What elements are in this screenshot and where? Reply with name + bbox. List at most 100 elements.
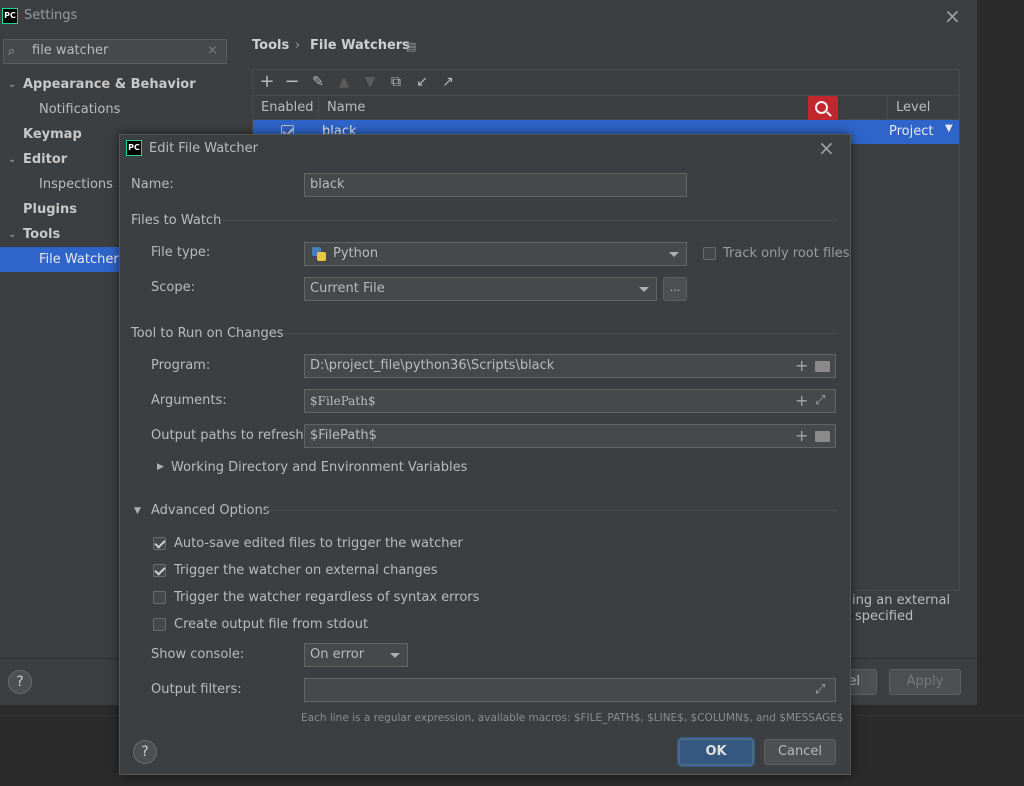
sidebar-item-label: Plugins	[23, 202, 77, 217]
expand-icon[interactable]: ⤢	[815, 682, 825, 698]
clear-search-icon[interactable]: ×	[207, 43, 218, 59]
option-checkbox[interactable]	[153, 564, 166, 577]
tool-section-heading: Tool to Run on Changes	[131, 326, 284, 341]
option-label[interactable]: Trigger the watcher regardless of syntax…	[174, 590, 479, 605]
advanced-collapse-icon[interactable]: ▼	[134, 506, 141, 516]
scope-combo[interactable]: Current File	[304, 277, 657, 301]
sidebar-item[interactable]: ⌄ Appearance & Behavior	[0, 72, 235, 97]
sidebar-item-label: Notifications	[39, 102, 121, 117]
import-icon[interactable]: ↙	[414, 74, 430, 90]
working-dir-label[interactable]: Working Directory and Environment Variab…	[171, 460, 467, 475]
chevron-down-icon[interactable]: ⌄	[8, 147, 16, 172]
program-field[interactable]: D:\project_file\python36\Scripts\black	[304, 354, 836, 378]
table-toolbar	[253, 70, 959, 95]
dark-strip-right	[977, 0, 1024, 786]
program-value: D:\project_file\python36\Scripts\black	[310, 358, 555, 373]
remove-icon[interactable]: −	[284, 73, 300, 91]
sidebar-item-label: Editor	[23, 152, 68, 167]
scope-value: Current File	[310, 281, 385, 296]
add-icon[interactable]: +	[259, 73, 275, 91]
settings-title: Settings	[24, 8, 78, 23]
file-type-label: File type:	[151, 245, 211, 260]
sidebar-item-label: Keymap	[23, 127, 82, 142]
files-to-watch-separator	[220, 220, 838, 221]
scope-label: Scope:	[151, 280, 195, 295]
settings-title-bar: PC Settings ×	[0, 0, 977, 32]
folder-icon[interactable]	[815, 431, 830, 442]
output-paths-value: $FilePath$	[310, 428, 377, 443]
col-level[interactable]: Level	[896, 100, 930, 115]
settings-help-button[interactable]: ?	[8, 670, 32, 694]
track-root-label[interactable]: Track only root files	[723, 246, 850, 261]
track-root-checkbox[interactable]	[703, 247, 716, 260]
dialog-close-icon[interactable]: ×	[818, 136, 835, 160]
sidebar-item-label: File Watchers	[39, 252, 126, 267]
breadcrumb-root[interactable]: Tools	[252, 38, 289, 53]
name-label: Name:	[131, 177, 174, 192]
insert-macro-icon[interactable]: +	[795, 393, 808, 409]
output-filters-field[interactable]	[304, 678, 836, 702]
move-up-icon[interactable]: ▲	[336, 74, 352, 90]
description-text-1: ing an external	[852, 593, 951, 608]
program-label: Program:	[151, 358, 211, 373]
edit-icon[interactable]: ✎	[310, 74, 326, 90]
col-name[interactable]: Name	[327, 100, 365, 115]
advanced-options-heading[interactable]: Advanced Options	[151, 503, 270, 518]
files-to-watch-heading: Files to Watch	[131, 213, 222, 228]
insert-macro-icon[interactable]: +	[795, 428, 808, 444]
option-label[interactable]: Auto-save edited files to trigger the wa…	[174, 536, 463, 551]
name-field[interactable]: black	[304, 173, 687, 197]
app-logo-icon: PC	[2, 8, 18, 24]
dialog-logo-icon: PC	[126, 140, 142, 156]
breadcrumb-current: File Watchers	[310, 38, 410, 53]
chevron-down-icon[interactable]: ⌄	[8, 222, 16, 247]
file-type-combo[interactable]: Python	[304, 242, 687, 266]
search-icon: ⌕	[8, 44, 16, 59]
row-level[interactable]: Project	[889, 124, 933, 139]
expand-icon[interactable]: ⤢	[815, 393, 825, 409]
ok-button[interactable]: OK	[679, 739, 753, 765]
move-down-icon[interactable]: ▼	[362, 74, 378, 90]
show-console-label: Show console:	[151, 647, 245, 662]
sidebar-item[interactable]: Notifications	[0, 97, 235, 122]
sidebar-item-label: Inspections	[39, 177, 113, 192]
breadcrumb-separator: ›	[295, 38, 301, 53]
col-enabled[interactable]: Enabled	[261, 100, 314, 115]
scope-more-button[interactable]: ...	[663, 277, 687, 301]
working-dir-expand-icon[interactable]: ▶	[157, 462, 164, 472]
copy-icon[interactable]: ⧉	[388, 74, 404, 90]
page-settings-icon[interactable]: ▤	[406, 40, 416, 53]
arguments-value: $FilePath$	[310, 394, 376, 408]
tool-section-separator	[282, 333, 838, 334]
insert-macro-icon[interactable]: +	[795, 358, 808, 374]
level-dropdown-icon[interactable]: ▼	[945, 123, 953, 134]
settings-search-input[interactable]: file watcher	[3, 39, 227, 64]
description-text-2: specified	[855, 609, 914, 624]
file-type-value: Python	[333, 246, 379, 261]
option-label[interactable]: Create output file from stdout	[174, 617, 368, 632]
chevron-down-icon[interactable]: ⌄	[8, 72, 16, 97]
search-value: file watcher	[32, 43, 109, 58]
option-checkbox[interactable]	[153, 537, 166, 550]
option-checkbox[interactable]	[153, 618, 166, 631]
output-paths-field[interactable]: $FilePath$	[304, 424, 836, 448]
folder-icon[interactable]	[815, 361, 830, 372]
sidebar-item-label: Tools	[23, 227, 61, 242]
option-checkbox[interactable]	[153, 591, 166, 604]
dialog-help-button[interactable]: ?	[133, 740, 157, 764]
dialog-title: Edit File Watcher	[149, 141, 259, 156]
option-label[interactable]: Trigger the watcher on external changes	[174, 563, 438, 578]
sidebar-item-label: Appearance & Behavior	[23, 77, 196, 92]
python-icon	[312, 247, 326, 261]
settings-close-icon[interactable]: ×	[944, 4, 961, 28]
cancel-button[interactable]: Cancel	[764, 739, 836, 765]
arguments-field[interactable]: $FilePath$	[304, 389, 836, 413]
output-paths-label: Output paths to refresh:	[151, 428, 309, 443]
name-value: black	[310, 177, 345, 192]
output-filters-label: Output filters:	[151, 682, 242, 697]
arguments-label: Arguments:	[151, 393, 227, 408]
table-header: Enabled Name Level	[253, 95, 959, 120]
show-console-combo[interactable]: On error	[304, 643, 408, 667]
apply-button[interactable]: Apply	[889, 669, 961, 695]
export-icon[interactable]: ↗	[440, 74, 456, 90]
